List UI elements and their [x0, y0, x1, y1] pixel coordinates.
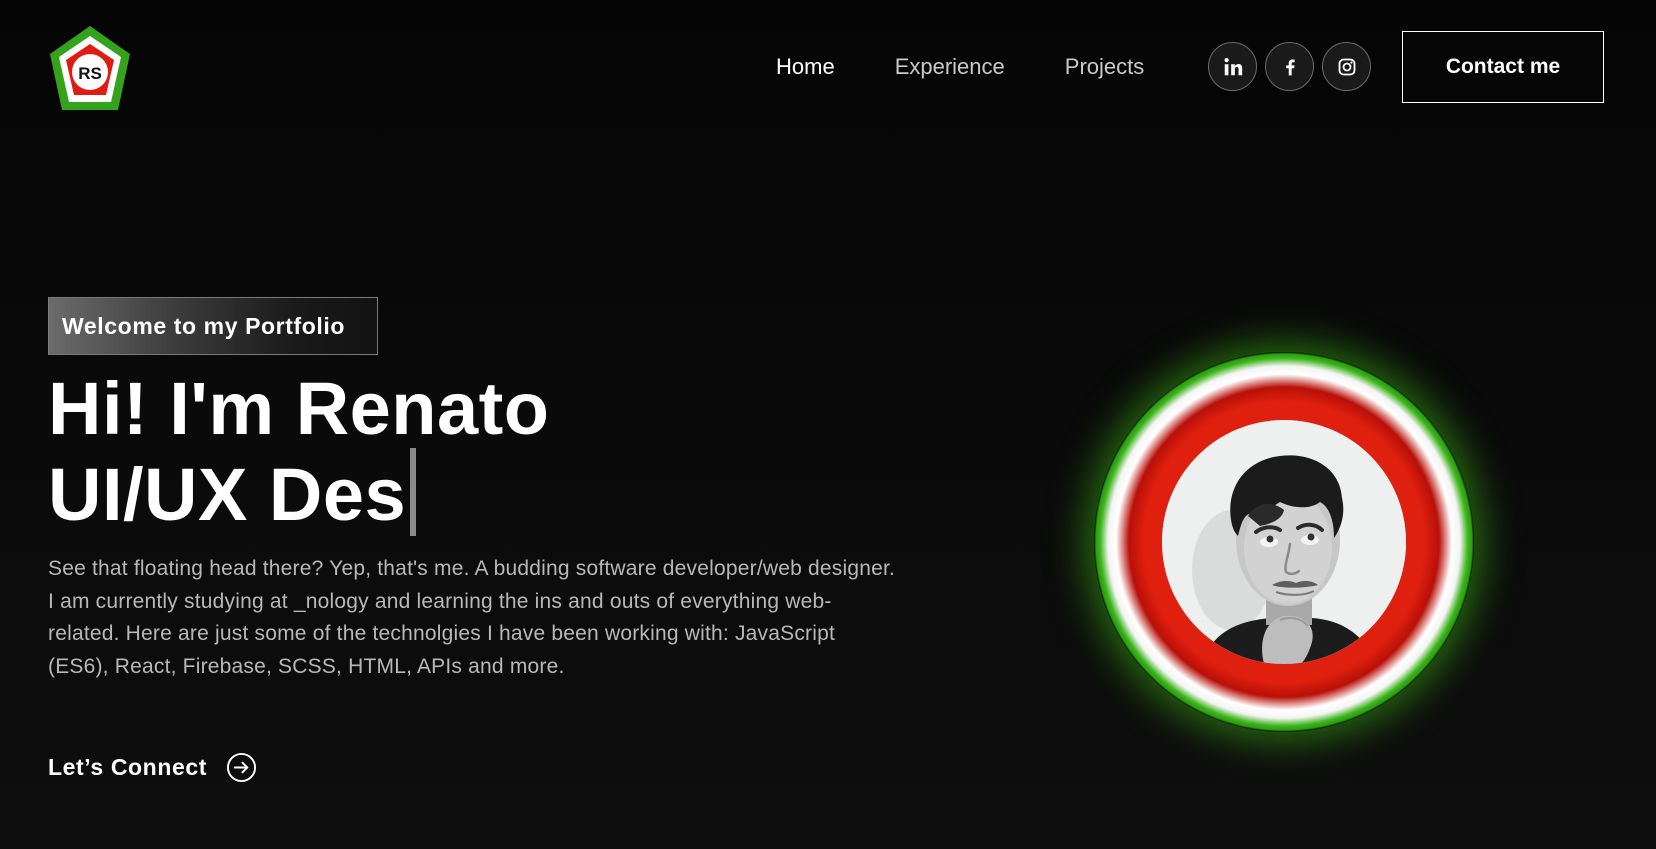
- avatar-portrait: [1162, 420, 1406, 664]
- facebook-button[interactable]: [1265, 42, 1314, 91]
- instagram-icon: [1338, 58, 1355, 75]
- nav-links: Home Experience Projects: [776, 50, 1204, 84]
- headline-role-line: UI/UX Des: [48, 448, 550, 536]
- social-icons: [1208, 42, 1379, 91]
- welcome-tagline: Welcome to my Portfolio: [48, 297, 378, 355]
- portfolio-page: RS Home Experience Projects Contact me W…: [0, 0, 1656, 849]
- headline-greeting: Hi! I'm Renato: [48, 367, 550, 450]
- lets-connect-link[interactable]: Let’s Connect: [48, 752, 257, 783]
- typing-cursor: [410, 448, 417, 536]
- headline-role: UI/UX Des: [48, 453, 407, 536]
- logo[interactable]: RS: [48, 24, 132, 112]
- avatar-photo: [1162, 420, 1406, 664]
- contact-me-button[interactable]: Contact me: [1402, 31, 1604, 103]
- nav-home[interactable]: Home: [776, 54, 835, 80]
- lets-connect-label: Let’s Connect: [48, 754, 208, 780]
- logo-icon: RS: [50, 26, 130, 110]
- logo-initials: RS: [78, 64, 102, 83]
- nav-projects[interactable]: Projects: [1065, 54, 1144, 80]
- linkedin-icon: [1223, 57, 1242, 75]
- instagram-button[interactable]: [1322, 42, 1371, 91]
- arrow-right-circle-icon: [227, 752, 257, 783]
- hero-description: See that floating head there? Yep, that'…: [48, 557, 896, 678]
- facebook-icon: [1285, 59, 1295, 75]
- hero-headline: Hi! I'm Renato UI/UX Des: [48, 370, 550, 536]
- linkedin-button[interactable]: [1208, 42, 1257, 91]
- nav-experience[interactable]: Experience: [895, 54, 1005, 80]
- navbar: RS Home Experience Projects Contact me: [0, 0, 1656, 140]
- avatar-container: [1094, 352, 1474, 732]
